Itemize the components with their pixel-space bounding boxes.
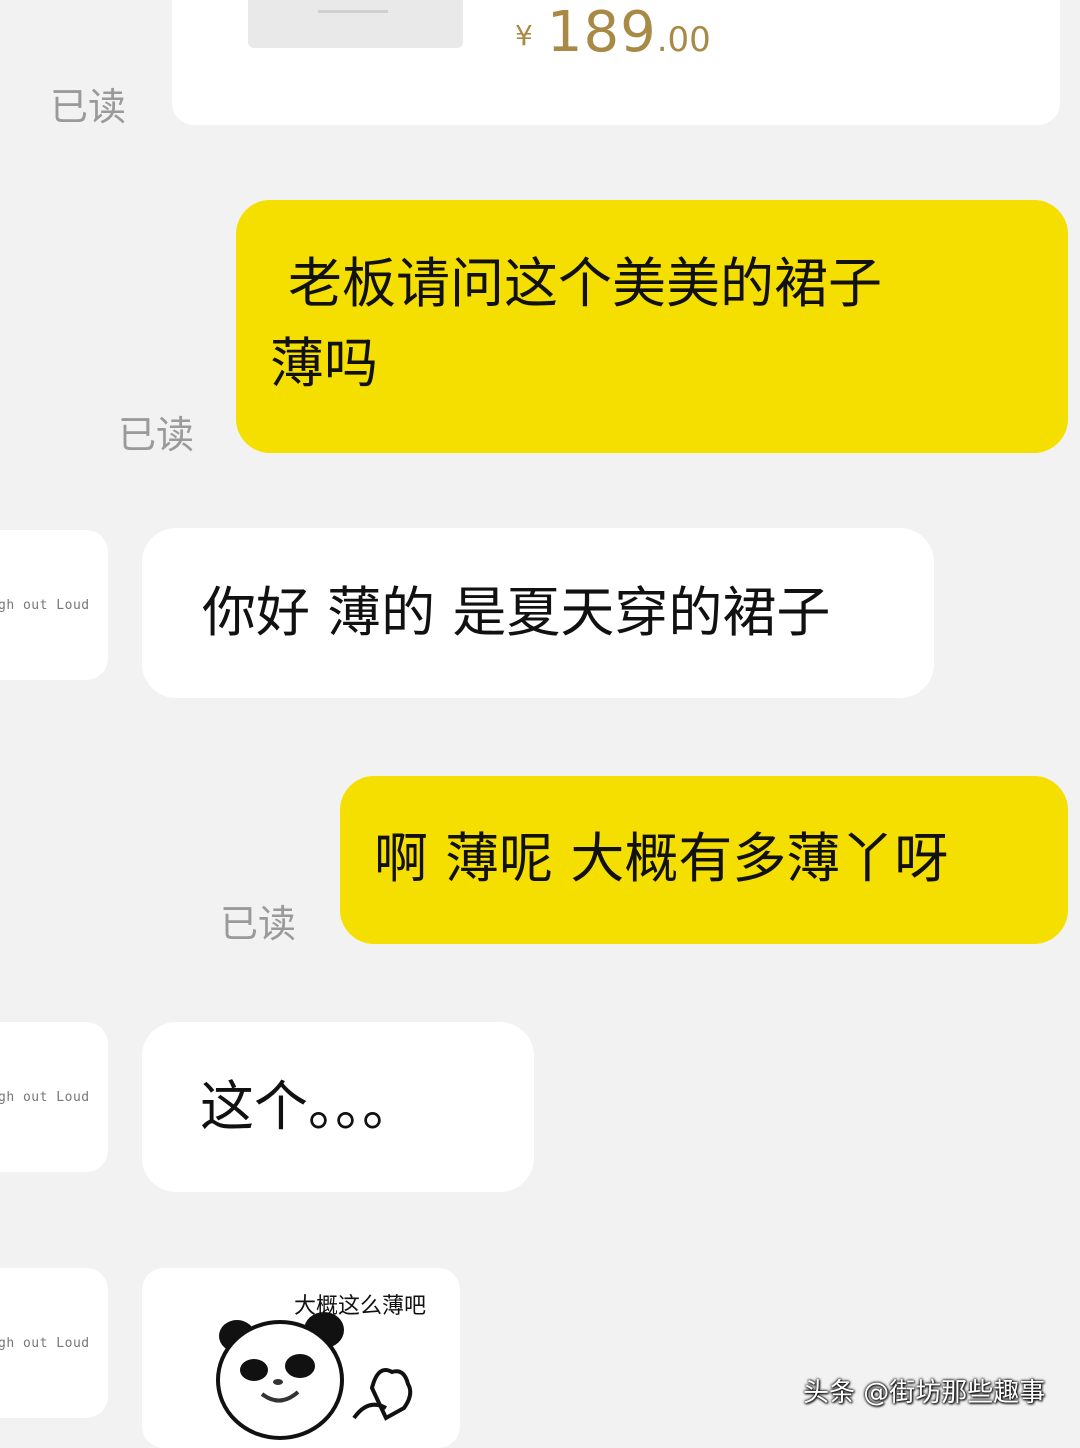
outgoing-message-bubble[interactable]: 老板请问这个美美的裙子 薄吗 (236, 200, 1068, 453)
product-price: ¥189.00 (515, 0, 711, 65)
message-text: 啊 薄呢 大概有多薄丫呀 (374, 827, 949, 890)
incoming-message-bubble[interactable]: 这个。。。 (142, 1022, 534, 1192)
panda-meme-sticker-icon (216, 1312, 413, 1440)
avatar-text: gh out Loud (0, 1090, 90, 1105)
seller-avatar[interactable]: gh out Loud (0, 530, 108, 680)
seller-avatar[interactable]: gh out Loud (0, 1022, 108, 1172)
sticker-message[interactable]: 大概这么薄吧 (142, 1268, 460, 1448)
seller-avatar[interactable]: gh out Loud (0, 1268, 108, 1418)
read-receipt: 已读 (220, 902, 297, 946)
watermark: 头条 @街坊那些趣事 (803, 1378, 1046, 1408)
message-text: 这个。。。 (200, 1075, 416, 1138)
message-text: 你好 薄的 是夏天穿的裙子 (202, 581, 831, 644)
read-receipt: 已读 (50, 85, 127, 129)
price-decimal: .00 (656, 20, 711, 60)
currency-symbol: ¥ (515, 19, 533, 52)
outgoing-message-bubble[interactable]: 啊 薄呢 大概有多薄丫呀 (340, 776, 1068, 944)
avatar-text: gh out Loud (0, 598, 90, 613)
price-integer: 189 (546, 0, 657, 65)
message-text-line: 薄吗 (270, 332, 378, 395)
incoming-message-bubble[interactable]: 你好 薄的 是夏天穿的裙子 (142, 528, 934, 698)
message-text-line: 老板请问这个美美的裙子 (288, 252, 882, 315)
read-receipt: 已读 (118, 413, 195, 457)
product-thumbnail[interactable] (248, 0, 463, 48)
avatar-text: gh out Loud (0, 1336, 90, 1351)
